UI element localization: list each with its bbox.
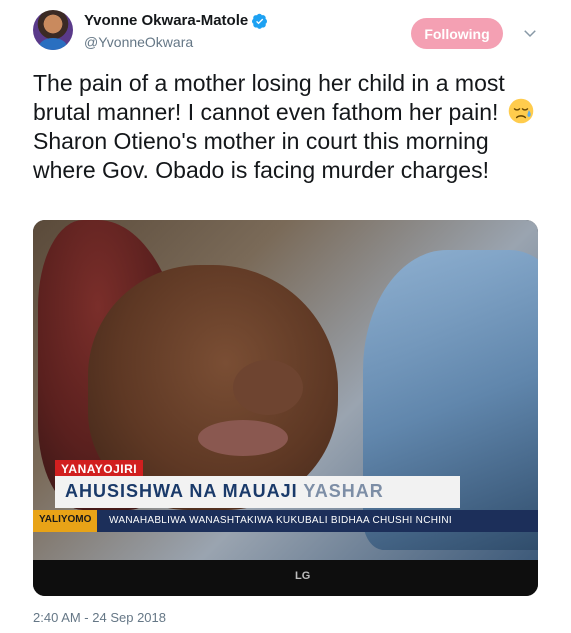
author-display-name[interactable]: Yvonne Okwara-Matole	[84, 12, 248, 29]
chevron-down-icon[interactable]	[521, 24, 539, 42]
tweet-timestamp[interactable]: 2:40 AM - 24 Sep 2018	[33, 610, 166, 625]
woman-lips	[198, 420, 288, 456]
ticker-text: WANAHABLIWA WANASHTAKIWA KUKUBALI BIDHAA…	[109, 515, 452, 526]
news-headline: AHUSISHWA NA MAUAJI YASHAR	[65, 481, 384, 502]
tweet-text-part1: The pain of a mother losing her child in…	[33, 70, 505, 125]
woman-nose	[233, 360, 303, 415]
news-headline-main: AHUSISHWA NA MAUAJI	[65, 481, 304, 501]
tv-bezel: LG	[33, 560, 538, 596]
news-headline-fade: YASHAR	[303, 481, 384, 501]
author-handle[interactable]: @YvonneOkwara	[84, 34, 193, 50]
tweet-text-part2: Sharon Otieno's mother in court this mor…	[33, 128, 489, 183]
news-ticker: YALIYOMO WANAHABLIWA WANASHTAKIWA KUKUBA…	[33, 510, 538, 532]
news-headline-bar: AHUSISHWA NA MAUAJI YASHAR	[55, 476, 460, 508]
avatar-shoulder	[39, 38, 67, 50]
author-name-row: Yvonne Okwara-Matole	[84, 12, 268, 29]
avatar[interactable]	[33, 10, 73, 50]
tv-brand-logo: LG	[295, 570, 311, 582]
tweet-text: The pain of a mother losing her child in…	[33, 69, 538, 185]
disappointed-relieved-face-icon	[509, 98, 534, 124]
tweet-card: Yvonne Okwara-Matole @YvonneOkwara Follo…	[0, 0, 571, 633]
tweet-photo[interactable]: YANAYOJIRI AHUSISHWA NA MAUAJI YASHAR YA…	[33, 220, 538, 596]
ticker-label: YALIYOMO	[33, 510, 98, 532]
tv-screen: YANAYOJIRI AHUSISHWA NA MAUAJI YASHAR YA…	[33, 220, 538, 560]
following-button[interactable]: Following	[411, 18, 503, 49]
verified-badge-icon	[252, 13, 268, 29]
